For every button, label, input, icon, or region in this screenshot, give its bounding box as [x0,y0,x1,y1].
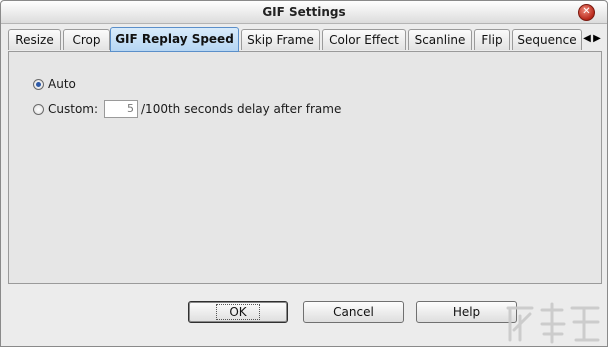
tab-gif-replay-speed[interactable]: GIF Replay Speed [110,27,239,52]
window-title: GIF Settings [262,5,346,19]
gif-settings-dialog: GIF Settings ✕ Resize Crop GIF Replay Sp… [0,0,608,347]
title-bar[interactable]: GIF Settings ✕ [1,1,607,24]
scroll-left-icon[interactable]: ◀ [582,29,592,49]
tab-strip: Resize Crop GIF Replay Speed Skip Frame … [8,27,604,52]
ok-label: OK [216,304,260,320]
tab-crop[interactable]: Crop [63,29,110,50]
ok-button[interactable]: OK [188,301,288,323]
scroll-right-icon[interactable]: ▶ [592,29,602,49]
custom-radio[interactable] [33,103,44,115]
delay-input[interactable]: 5 [104,100,139,118]
watermark-logo [506,302,600,344]
replay-speed-panel: Auto Custom: 5 /100th seconds delay afte… [8,51,602,284]
tab-scanline[interactable]: Scanline [408,29,472,50]
delay-suffix-label: /100th seconds delay after frame [141,102,342,116]
custom-label: Custom: [48,102,99,116]
tab-flip[interactable]: Flip [474,29,510,50]
tab-color-effect[interactable]: Color Effect [322,29,406,50]
auto-label: Auto [48,77,76,91]
cancel-button[interactable]: Cancel [303,301,404,323]
tab-skip-frame[interactable]: Skip Frame [241,29,320,50]
custom-option[interactable]: Custom: 5 /100th seconds delay after fra… [33,100,341,118]
auto-radio[interactable] [33,78,44,90]
tab-resize[interactable]: Resize [8,29,61,50]
tab-sequence[interactable]: Sequence [512,29,582,50]
close-icon[interactable]: ✕ [578,4,595,21]
tab-scroll-arrows: ◀ ▶ [582,29,604,49]
auto-option[interactable]: Auto [33,75,76,93]
